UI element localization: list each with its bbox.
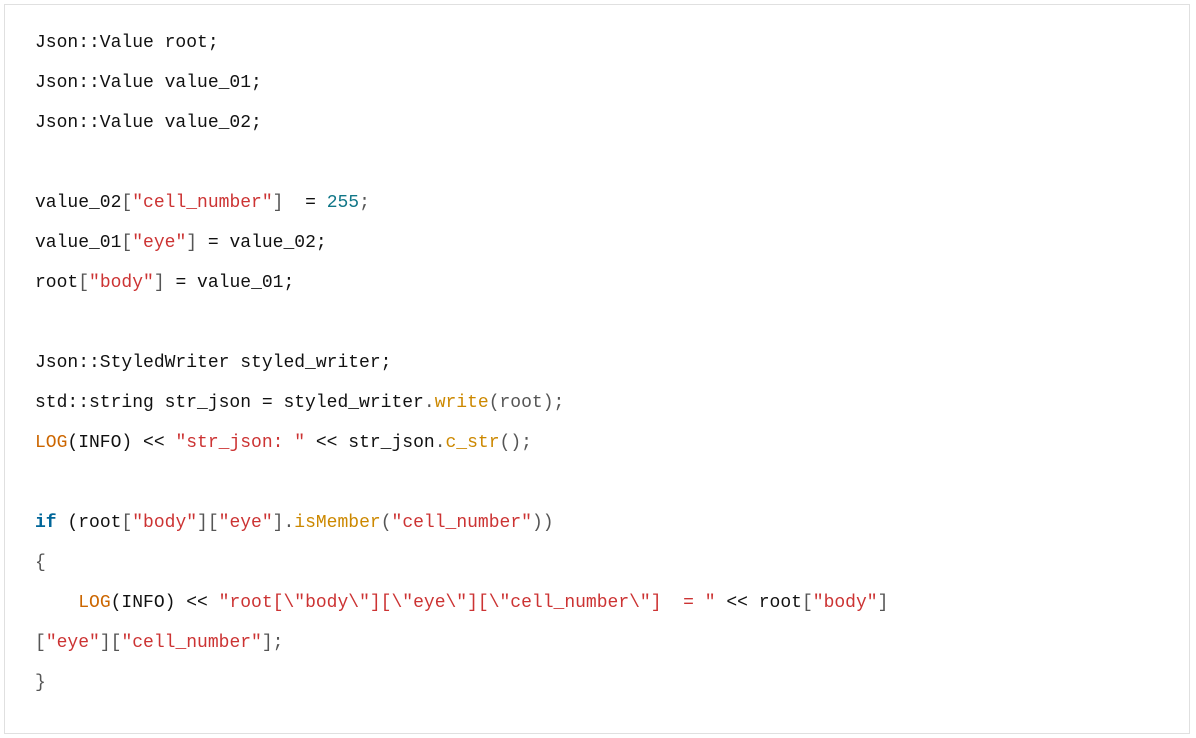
code-text: (root	[57, 513, 122, 533]
bracket: ]	[186, 233, 197, 253]
bracket: ].	[273, 513, 295, 533]
bracket: ];	[262, 633, 284, 653]
code-line: Json::Value value_01;	[35, 73, 262, 93]
bracket: [	[121, 233, 132, 253]
bracket: ][	[100, 633, 122, 653]
string-literal: "str_json: "	[175, 433, 305, 453]
keyword: if	[35, 513, 57, 533]
code-line: Json::StyledWriter styled_writer;	[35, 353, 391, 373]
string-literal: "cell_number"	[121, 633, 261, 653]
code-text: = value_01;	[165, 273, 295, 293]
code-line: value_02	[35, 193, 121, 213]
bracket: ][	[197, 513, 219, 533]
code-line: Json::Value value_02;	[35, 113, 262, 133]
string-literal: "eye"	[46, 633, 100, 653]
string-literal: "body"	[89, 273, 154, 293]
code-line: Json::Value root;	[35, 33, 219, 53]
string-literal: "body"	[132, 513, 197, 533]
code-text: << str_json	[305, 433, 435, 453]
bracket: [	[121, 513, 132, 533]
bracket: ]	[154, 273, 165, 293]
paren: ))	[532, 513, 554, 533]
bracket: [	[802, 593, 813, 613]
dot: .	[424, 393, 435, 413]
bracket: [	[35, 633, 46, 653]
code-text: (INFO) <<	[111, 593, 219, 613]
semicolon: ;	[359, 193, 370, 213]
string-literal: "eye"	[219, 513, 273, 533]
code-text: = value_02;	[197, 233, 327, 253]
code-text: (INFO) <<	[67, 433, 175, 453]
string-literal: "eye"	[132, 233, 186, 253]
code-text: << root	[716, 593, 802, 613]
bracket: ]	[273, 193, 284, 213]
brace: }	[35, 673, 46, 693]
paren: (	[381, 513, 392, 533]
paren: ();	[500, 433, 532, 453]
string-literal: "cell_number"	[132, 193, 272, 213]
function-call: c_str	[446, 433, 500, 453]
code-line: root	[35, 273, 78, 293]
number-literal: 255	[327, 193, 359, 213]
string-literal: "cell_number"	[392, 513, 532, 533]
macro: LOG	[35, 433, 67, 453]
bracket: [	[121, 193, 132, 213]
string-literal: "root[\"body\"][\"eye\"][\"cell_number\"…	[219, 593, 716, 613]
code-text: =	[283, 193, 326, 213]
macro: LOG	[78, 593, 110, 613]
function-call: write	[435, 393, 489, 413]
brace: {	[35, 553, 46, 573]
code-line: std::string str_json = styled_writer	[35, 393, 424, 413]
bracket: [	[78, 273, 89, 293]
string-literal: "body"	[813, 593, 878, 613]
code-block: Json::Value root; Json::Value value_01; …	[4, 4, 1190, 734]
code-line: value_01	[35, 233, 121, 253]
bracket: ]	[878, 593, 889, 613]
paren: (root);	[489, 393, 565, 413]
function-call: isMember	[294, 513, 380, 533]
dot: .	[435, 433, 446, 453]
indent	[35, 593, 78, 613]
